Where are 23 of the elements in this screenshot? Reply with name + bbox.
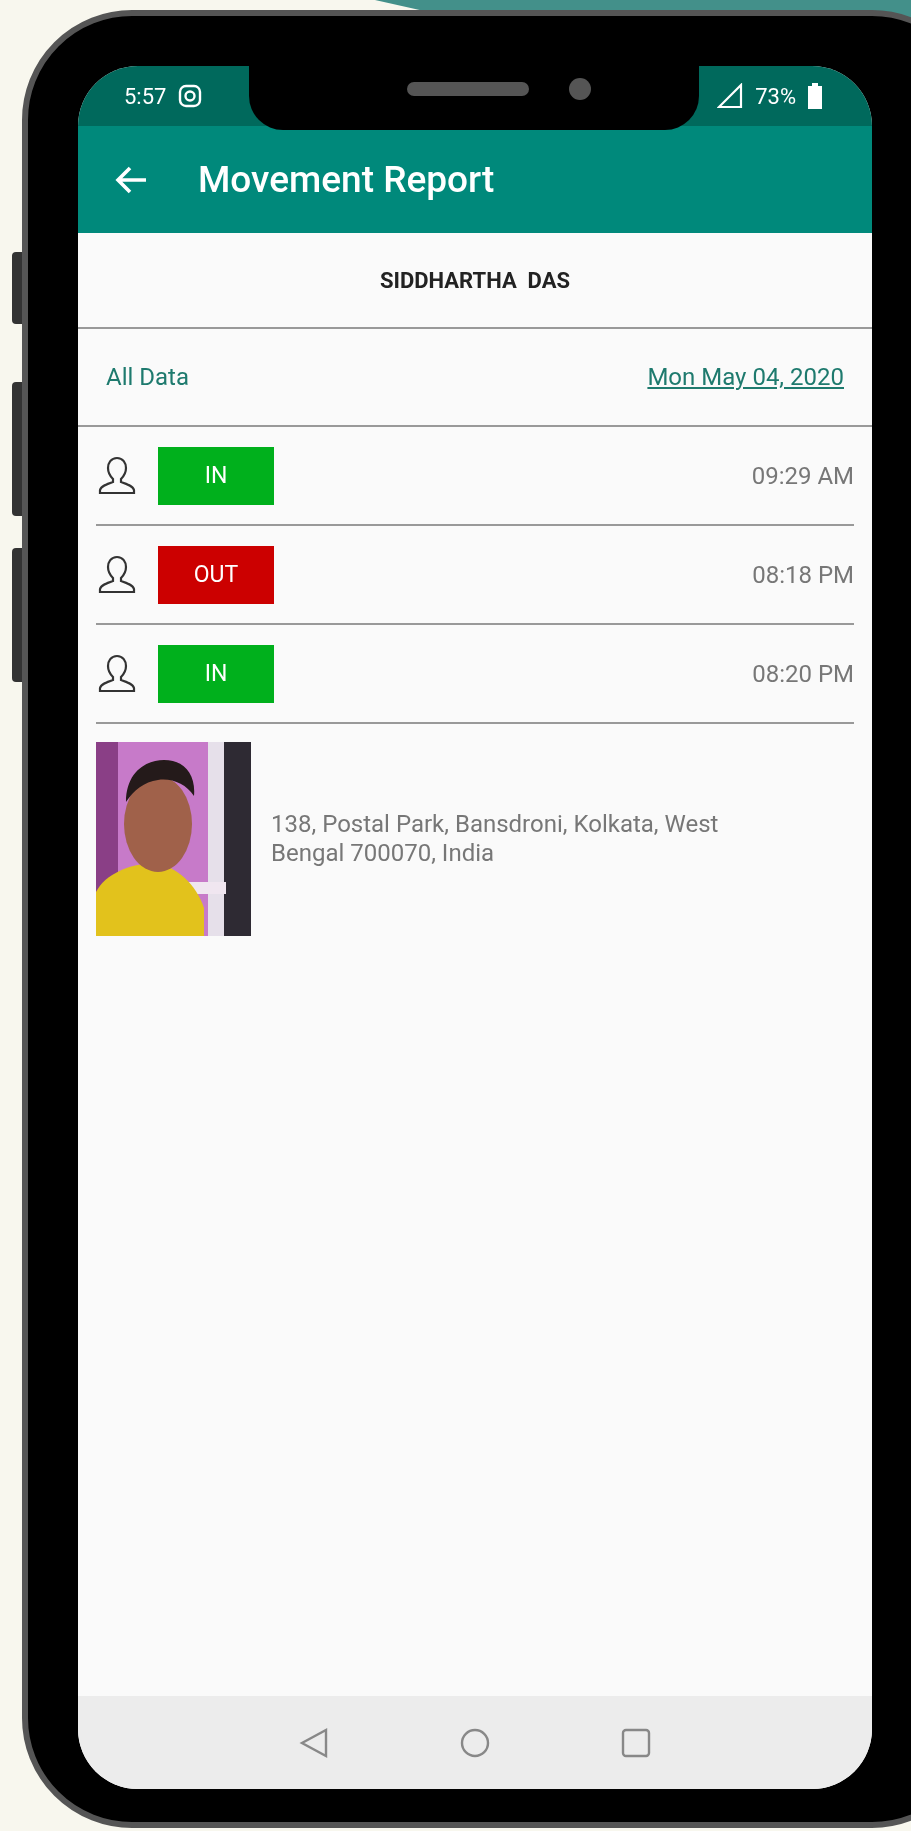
status-tag: OUT: [158, 545, 274, 604]
back-nav-icon[interactable]: [299, 1726, 329, 1759]
recents-nav-icon[interactable]: [621, 1727, 651, 1758]
person-icon: [96, 553, 138, 596]
employee-name: SIDDHARTHA DAS: [380, 267, 570, 293]
status-tag: IN: [158, 446, 274, 505]
screen-title: Movement Report: [198, 158, 495, 201]
entry-time: 08:20 PM: [752, 659, 854, 688]
address-text: 138, Postal Park, Bansdroni, Kolkata, West Bengal 700070, India: [271, 810, 720, 868]
camera-app-icon: [178, 84, 203, 108]
status-time: 5:57: [124, 83, 167, 109]
status-tag: IN: [158, 644, 274, 703]
home-nav-icon[interactable]: [459, 1726, 491, 1759]
battery-percent: 73%: [755, 83, 796, 109]
person-icon: [96, 652, 138, 695]
battery-icon: [808, 83, 822, 109]
all-data-link[interactable]: All Data: [106, 363, 189, 391]
entry-time: 08:18 PM: [752, 560, 854, 589]
date-link[interactable]: Mon May 04, 2020: [647, 363, 844, 391]
entry-time: 09:29 AM: [751, 461, 854, 490]
back-arrow-icon[interactable]: [114, 164, 148, 195]
signal-icon: [717, 83, 744, 109]
person-icon: [96, 454, 138, 497]
